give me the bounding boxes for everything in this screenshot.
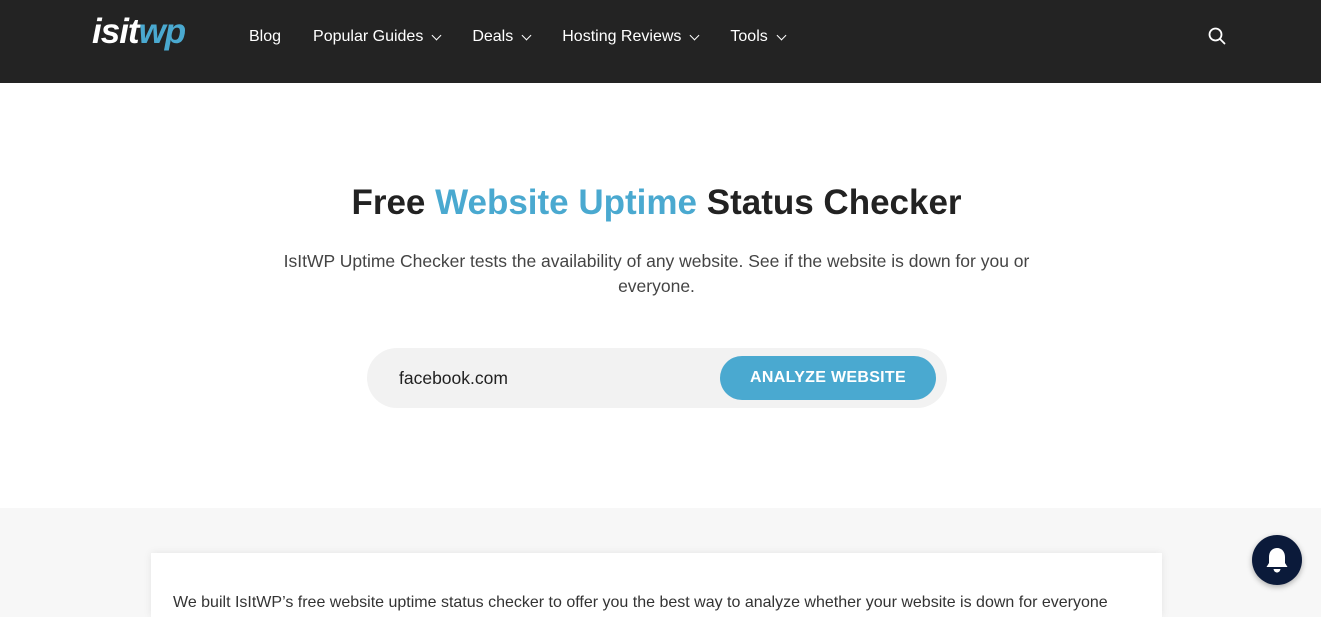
logo-text-wp: wp [138,12,187,51]
notification-bell-button[interactable] [1252,535,1302,585]
website-url-input[interactable] [399,362,699,394]
title-highlight: Website Uptime [435,183,697,222]
nav-item-label: Deals [472,28,514,45]
nav-item-popular-guides[interactable]: Popular Guides [313,26,442,48]
content-card: We built IsItWP’s free website uptime st… [151,553,1162,617]
nav-item-hosting-reviews[interactable]: Hosting Reviews [562,26,700,48]
search-button[interactable] [1205,24,1229,48]
search-icon [1208,27,1226,45]
chevron-down-icon [689,30,700,40]
nav-item-label: Popular Guides [313,28,424,45]
nav-item-label: Blog [249,28,282,45]
hero-description: IsItWP Uptime Checker tests the availabi… [283,251,1030,296]
site-header: isitwp Blog Popular Guides Deals Hosting… [0,0,1321,83]
logo-text-isit: isit [92,12,140,51]
chevron-down-icon [431,30,442,40]
title-pre: Free [351,183,436,222]
analyze-website-button[interactable]: ANALYZE WEBSITE [720,356,936,400]
nav-item-label: Tools [730,28,768,45]
nav-item-label: Hosting Reviews [562,28,682,45]
title-post: Status Checker [697,183,962,222]
nav-item-deals[interactable]: Deals [472,26,532,48]
page-title: Free Website Uptime Status Checker [0,183,1313,223]
bell-icon [1266,548,1288,573]
nav-item-tools[interactable]: Tools [730,26,787,48]
nav-item-blog[interactable]: Blog [249,26,281,48]
uptime-checker-form: ANALYZE WEBSITE [367,348,947,408]
chevron-down-icon [521,30,532,40]
intro-text: We built IsItWP’s free website uptime st… [173,594,1108,611]
main-nav: Blog Popular Guides Deals Hosting Review… [249,26,817,48]
chevron-down-icon [776,30,787,40]
site-logo[interactable]: isitwp [92,12,187,52]
